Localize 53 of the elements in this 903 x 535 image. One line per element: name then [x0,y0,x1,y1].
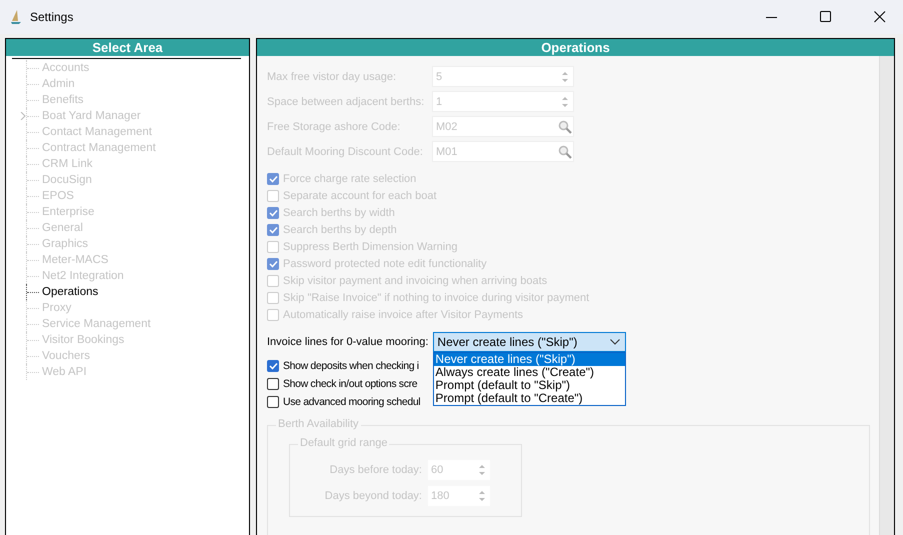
maximize-icon[interactable] [820,11,832,23]
spinner-arrows-icon[interactable] [478,463,486,477]
chevron-down-icon [610,339,620,345]
input-field[interactable]: M01 [432,141,574,162]
checkbox[interactable] [267,378,279,390]
dropdown[interactable]: Never create lines ("Skip") [433,332,626,352]
panel-header: Select Area [6,39,249,56]
checkbox-label: Use advanced mooring schedul [283,396,420,408]
sailboat-icon [10,9,22,25]
tree-item[interactable]: EPOS [42,190,74,202]
tree-item[interactable]: Boat Yard Manager [42,110,141,122]
tree-item[interactable]: Contact Management [42,126,152,138]
tree-item[interactable]: Visitor Bookings [42,334,124,346]
close-icon[interactable] [874,11,886,23]
tree-item[interactable]: Benefits [42,94,84,106]
spinner-arrows-icon[interactable] [561,70,569,84]
checkbox[interactable] [267,360,279,372]
tree-item[interactable]: CRM Link [42,158,92,170]
tree-item[interactable]: Accounts [42,62,90,74]
tree-item[interactable]: Graphics [42,238,88,250]
input-field[interactable]: M02 [432,116,574,137]
input-field[interactable]: 60 [428,460,490,480]
field-label: Invoice lines for 0-value mooring: [267,336,428,348]
checkbox[interactable] [267,396,279,408]
checkbox[interactable] [267,206,279,218]
panel-header: Operations [257,39,894,56]
input-field[interactable]: 180 [428,486,490,506]
tree-item[interactable]: Web API [42,366,87,378]
spinner-arrows-icon[interactable] [478,489,486,503]
tree-item[interactable]: DocuSign [42,174,92,186]
tree-item[interactable]: Net2 Integration [42,270,124,282]
input-field[interactable]: 5 [432,66,574,87]
spinner-arrows-icon[interactable] [561,94,569,108]
checkbox-label: Show check in/out options scre [283,378,418,390]
tree-item[interactable]: Meter-MACS [42,254,108,266]
tree-item[interactable]: Service Management [42,318,151,330]
tree-item[interactable]: Vouchers [42,350,90,362]
tree-item[interactable]: Contract Management [42,142,156,154]
search-icon[interactable] [558,144,572,158]
tree-item[interactable]: Operations [42,286,98,298]
input-field[interactable]: 1 [432,91,574,112]
checkbox[interactable] [267,172,279,184]
window-title: Settings [30,10,74,24]
checkbox-label: Show deposits when checking i [283,360,419,372]
scrollbar[interactable] [879,56,894,535]
checkbox[interactable] [267,258,279,270]
search-icon[interactable] [558,120,572,134]
tree-item[interactable]: Admin [42,78,75,90]
tree-item[interactable]: Proxy [42,302,72,314]
dropdown-option[interactable]: Never create lines ("Skip") [434,353,626,366]
tree-item[interactable]: Enterprise [42,206,94,218]
tree-item[interactable]: General [42,222,83,234]
checkbox[interactable] [267,224,279,236]
